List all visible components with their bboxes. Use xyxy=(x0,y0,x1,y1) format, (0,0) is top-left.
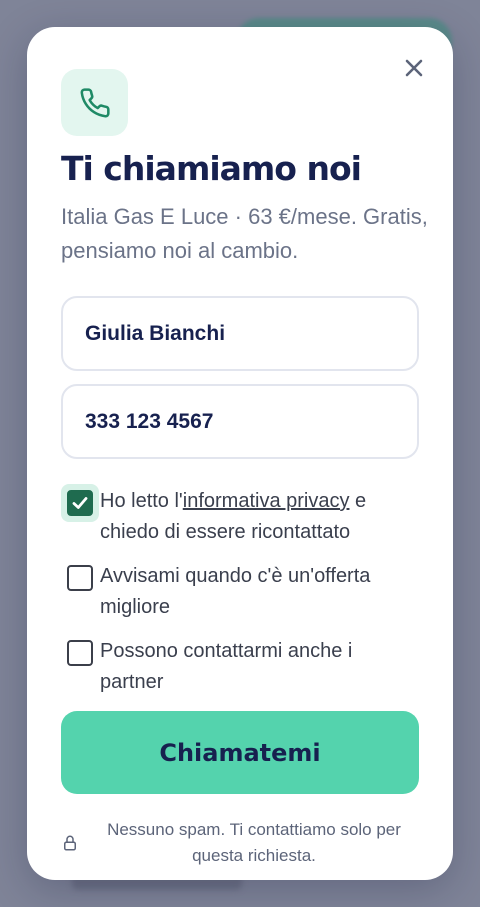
consent-privacy-label: Ho letto l'informativa privacy e chiedo … xyxy=(100,490,367,543)
phone-field[interactable] xyxy=(61,384,419,459)
callback-modal: Ti chiamiamo noi Italia Gas E Luce · 63 … xyxy=(27,27,453,880)
lock-icon xyxy=(64,835,76,851)
consent-better-offer-row: Avvisami quando c'è un'offerta migliore xyxy=(61,559,419,623)
name-field[interactable] xyxy=(61,296,419,371)
phone-input[interactable] xyxy=(85,409,417,434)
consent-better-offer-checkbox[interactable] xyxy=(61,559,99,597)
footer-text: Nessuno spam. Ti contattiamo solo per qu… xyxy=(107,820,401,865)
name-input[interactable] xyxy=(85,321,417,346)
modal-title: Ti chiamiamo noi xyxy=(61,149,362,188)
consent-privacy-checkbox[interactable] xyxy=(61,484,99,522)
consent-partners-label: Possono contattarmi anche i partner xyxy=(100,640,353,693)
check-icon xyxy=(72,497,88,509)
privacy-policy-link[interactable]: informativa privacy xyxy=(183,490,350,512)
consent-better-offer-label: Avvisami quando c'è un'offerta migliore xyxy=(100,565,371,618)
phone-icon xyxy=(80,87,110,117)
phone-icon-tile xyxy=(61,69,128,136)
modal-subtitle: Italia Gas E Luce · 63 €/mese. Gratis, p… xyxy=(61,204,428,263)
consent-partners-checkbox[interactable] xyxy=(61,634,99,672)
footer-note: Nessuno spam. Ti contattiamo solo per qu… xyxy=(61,817,419,869)
consent-partners-row: Possono contattarmi anche i partner xyxy=(61,634,419,698)
consent-privacy-row: Ho letto l'informativa privacy e chiedo … xyxy=(61,484,419,548)
call-me-button[interactable]: Chiamatemi xyxy=(61,711,419,794)
close-icon xyxy=(405,59,423,77)
close-button[interactable] xyxy=(399,53,429,83)
